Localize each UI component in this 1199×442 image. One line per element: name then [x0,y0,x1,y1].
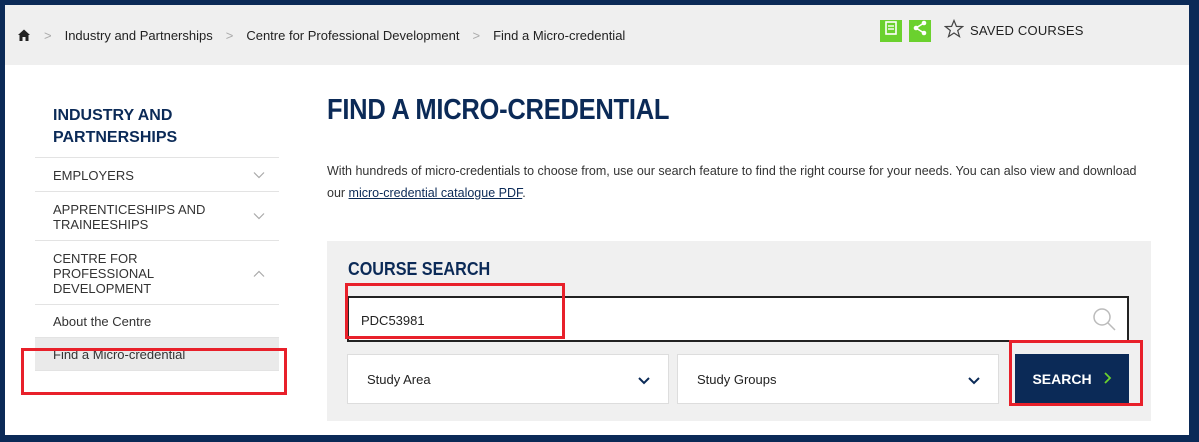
sidebar-item-label: APPRENTICESHIPS AND TRAINEESHIPS [53,202,206,232]
chevron-up-icon[interactable] [253,265,265,280]
chevron-down-icon [968,373,980,388]
search-box [347,296,1129,342]
star-icon [943,18,965,42]
page-frame: > Industry and Partnerships > Centre for… [5,5,1189,435]
breadcrumb-separator-icon: > [225,27,234,43]
top-bar: > Industry and Partnerships > Centre for… [5,5,1189,65]
print-icon [884,21,898,40]
breadcrumb-item-industry[interactable]: Industry and Partnerships [65,28,213,43]
search-button[interactable]: SEARCH [1015,354,1129,404]
sidebar-item-apprenticeships[interactable]: APPRENTICESHIPS AND TRAINEESHIPS [35,192,279,241]
sidebar-item-label: CENTRE FOR PROFESSIONAL DEVELOPMENT [53,251,154,296]
search-input[interactable] [359,298,1063,342]
main-content: FIND A MICRO-CREDENTIAL With hundreds of… [327,90,1157,421]
intro-paragraph: With hundreds of micro-credentials to ch… [327,160,1157,204]
sidebar-item-employers[interactable]: EMPLOYERS [35,158,279,192]
sidebar-item-label: EMPLOYERS [53,168,134,183]
breadcrumb-separator-icon: > [44,27,52,43]
chevron-down-icon [638,373,650,388]
saved-courses-link[interactable]: SAVED COURSES [943,18,1084,42]
share-button[interactable] [909,19,931,42]
search-icon[interactable] [1091,306,1117,332]
intro-end: . [522,186,526,200]
sidebar: INDUSTRY AND PARTNERSHIPS EMPLOYERS APPR… [35,105,279,371]
chevron-down-icon[interactable] [253,167,265,182]
home-icon[interactable] [17,28,31,42]
saved-courses-label: SAVED COURSES [970,23,1084,38]
course-search-title: COURSE SEARCH [348,259,491,279]
catalogue-pdf-link[interactable]: micro-credential catalogue PDF [349,186,523,200]
study-area-select[interactable]: Study Area [347,354,669,404]
print-button[interactable] [880,19,902,42]
study-groups-label: Study Groups [697,372,777,387]
sidebar-item-centre[interactable]: CENTRE FOR PROFESSIONAL DEVELOPMENT [35,241,279,305]
breadcrumb-item-centre[interactable]: Centre for Professional Development [246,28,459,43]
search-button-label: SEARCH [1032,371,1092,387]
sidebar-title: INDUSTRY AND PARTNERSHIPS [35,105,279,158]
page-tools: SAVED COURSES [880,18,1084,42]
sidebar-subitem-find-micro-credential[interactable]: Find a Micro-credential [35,338,279,371]
chevron-down-icon[interactable] [253,209,265,224]
course-search-panel: COURSE SEARCH Study Area Study Groups [327,241,1151,421]
sidebar-subitem-about[interactable]: About the Centre [35,305,279,338]
study-groups-select[interactable]: Study Groups [677,354,999,404]
breadcrumb: > Industry and Partnerships > Centre for… [17,5,625,65]
breadcrumb-separator-icon: > [472,27,481,43]
breadcrumb-item-current: Find a Micro-credential [493,27,626,43]
page-title: FIND A MICRO-CREDENTIAL [327,94,670,126]
study-area-label: Study Area [367,372,431,387]
chevron-right-icon [1103,371,1112,387]
share-icon [912,20,928,41]
